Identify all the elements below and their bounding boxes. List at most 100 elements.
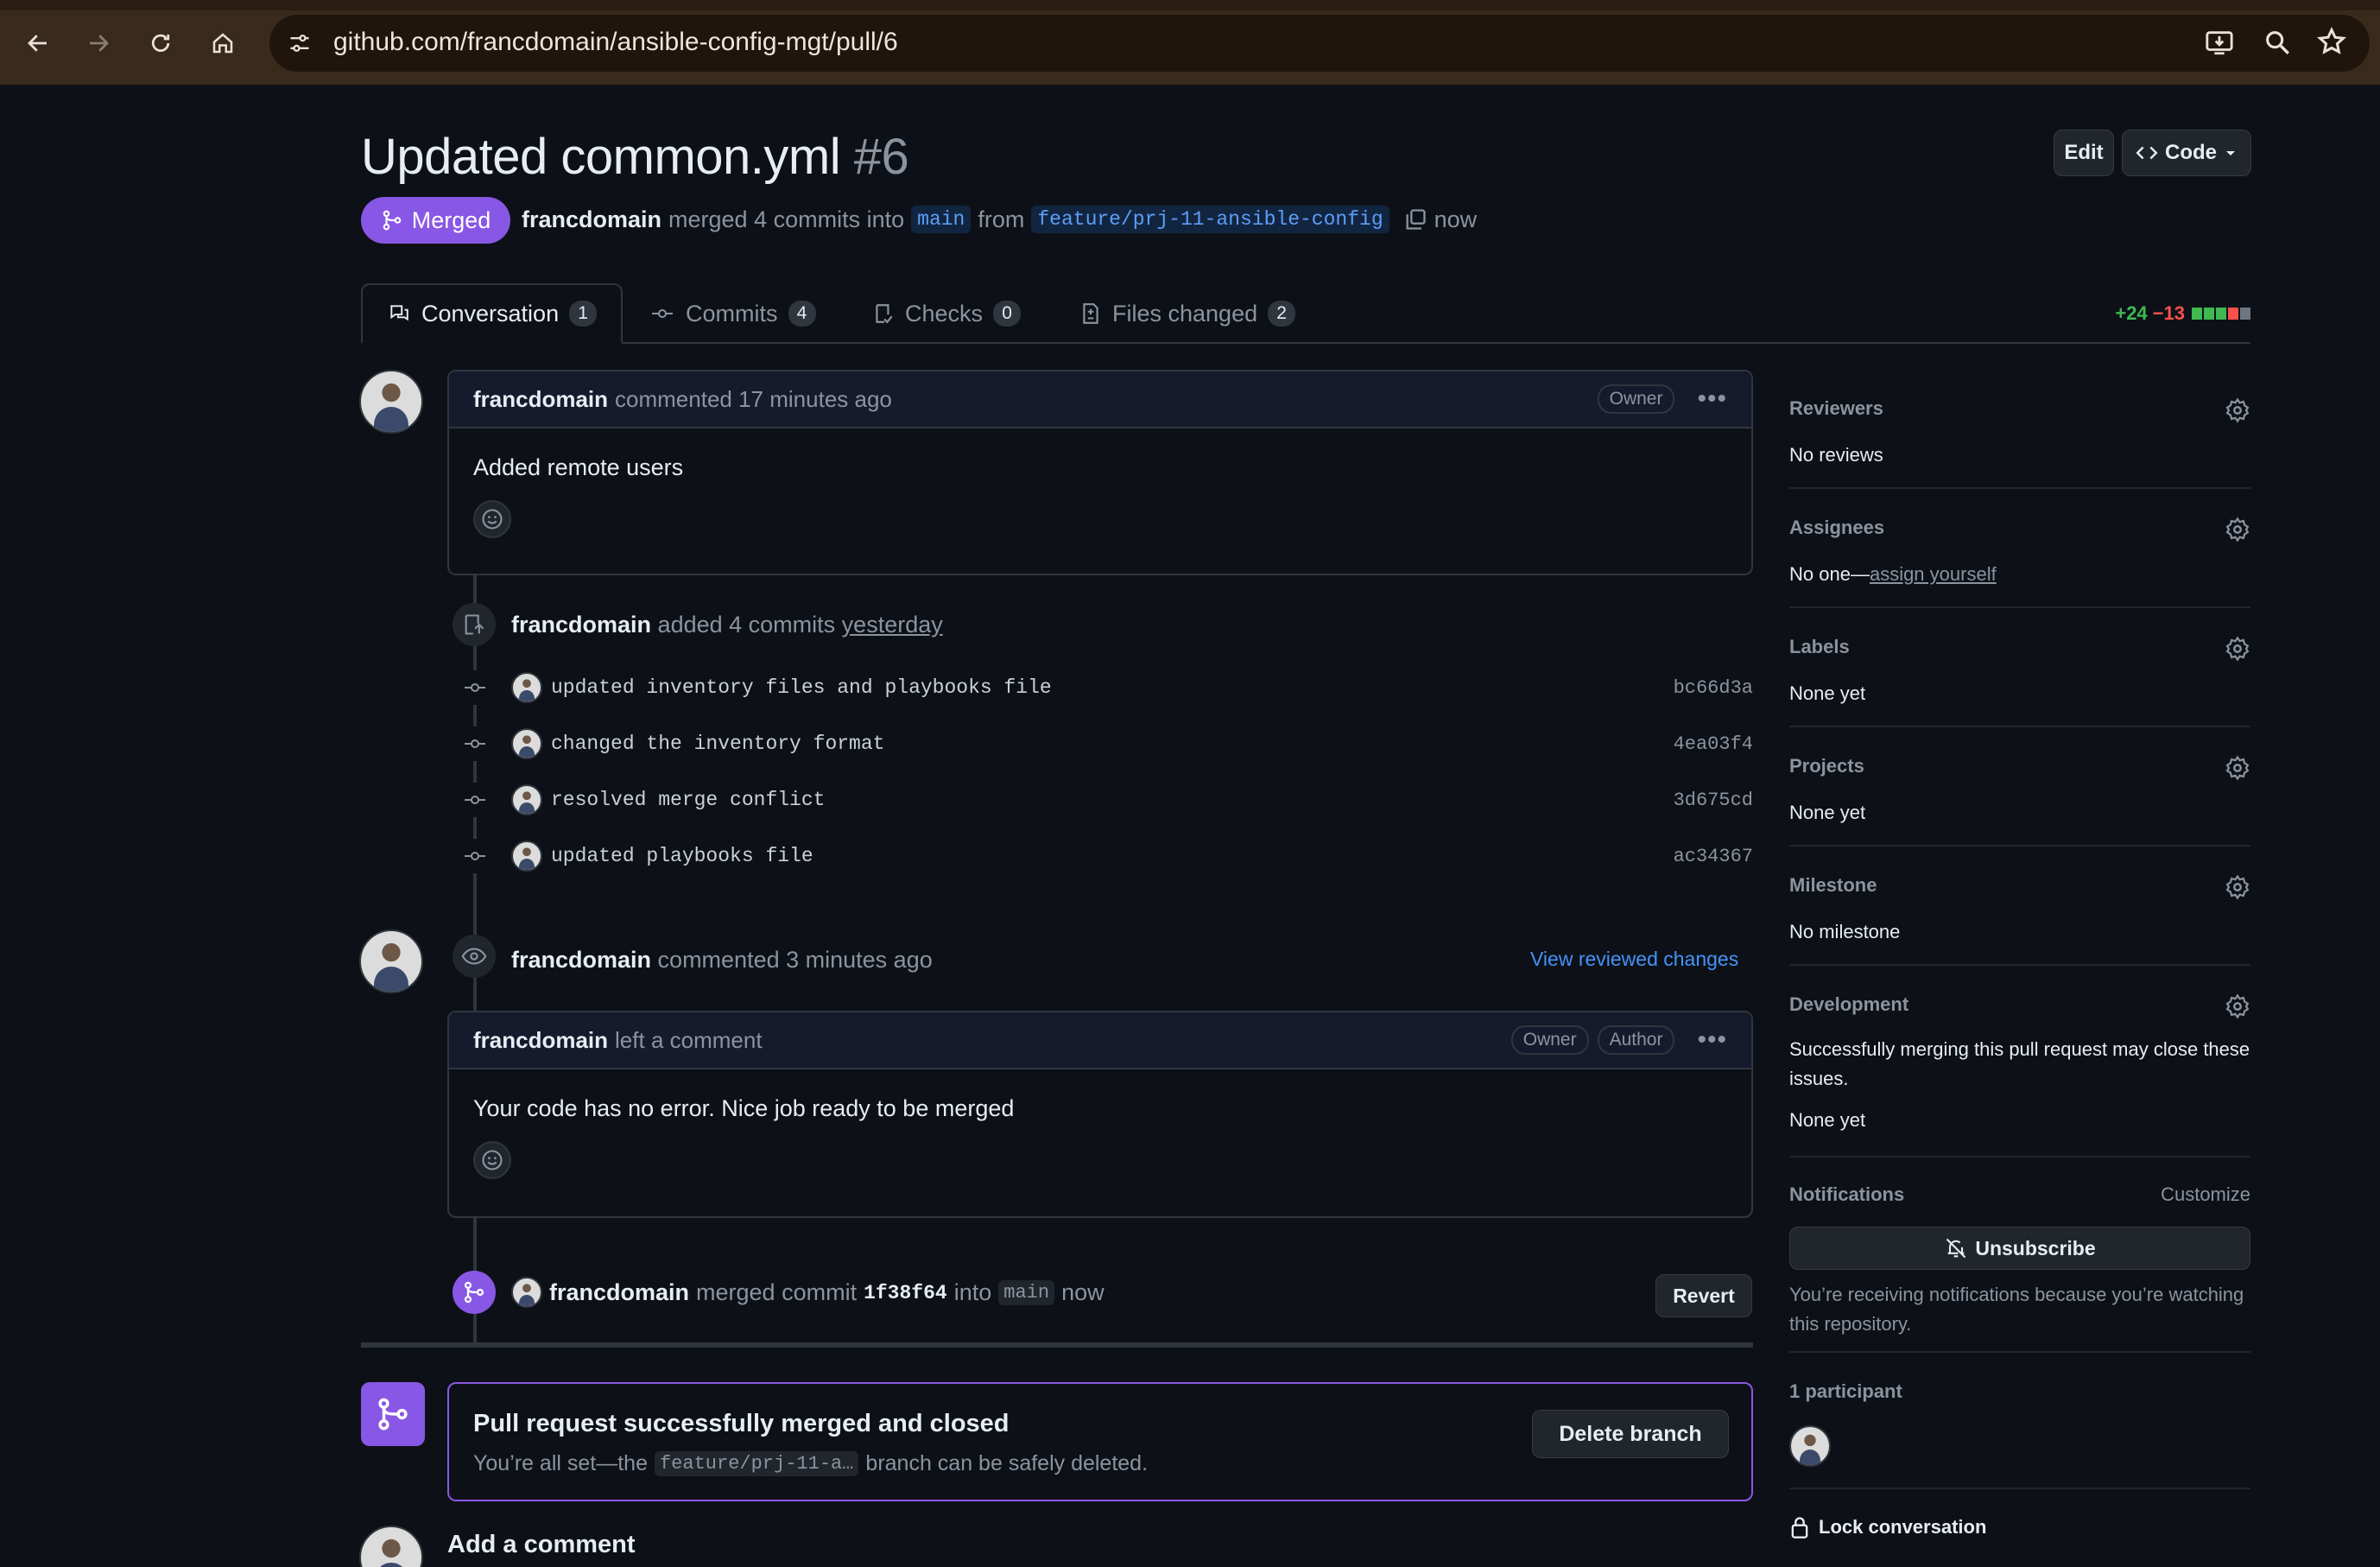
code-button[interactable]: Code: [2122, 130, 2251, 176]
tab-checks[interactable]: Checks 0: [872, 283, 1022, 344]
avatar[interactable]: [359, 370, 423, 434]
tab-conversation-count: 1: [569, 301, 598, 327]
forward-icon[interactable]: [79, 24, 117, 62]
participants-title: 1 participant: [1789, 1380, 1902, 1402]
commit-message[interactable]: resolved merge conflict: [551, 789, 825, 811]
tab-commits-count: 4: [788, 301, 816, 327]
commit-sha[interactable]: bc66d3a: [1674, 677, 1753, 699]
more-options-icon[interactable]: •••: [1697, 384, 1727, 414]
back-icon[interactable]: [19, 24, 57, 62]
head-branch[interactable]: feature/prj-11-ansible-config: [1031, 206, 1389, 233]
projects-title: Projects: [1789, 755, 1864, 777]
base-branch[interactable]: main: [911, 206, 972, 233]
tab-checks-label: Checks: [905, 300, 984, 327]
commit-icon: [458, 839, 492, 873]
commit-sha[interactable]: 3d675cd: [1674, 790, 1753, 811]
avatar[interactable]: [511, 672, 542, 703]
view-reviewed-changes-link[interactable]: View reviewed changes: [1530, 948, 1738, 971]
gear-icon[interactable]: [2225, 755, 2250, 781]
commit-icon: [458, 670, 492, 705]
sidebar-notifications: Notifications Customize Unsubscribe You’…: [1789, 1183, 2250, 1339]
avatar[interactable]: [1789, 1425, 1831, 1467]
comment-author[interactable]: francdomain: [473, 1027, 608, 1054]
tab-commits[interactable]: Commits 4: [649, 283, 816, 344]
add-comment-heading: Add a comment: [447, 1531, 636, 1558]
commit-icon: [458, 726, 492, 761]
review-author[interactable]: francdomain: [511, 947, 651, 973]
avatar[interactable]: [511, 1277, 542, 1308]
diffstat-additions: +24: [2115, 302, 2148, 324]
customize-link[interactable]: Customize: [2161, 1183, 2250, 1206]
gear-icon[interactable]: [2225, 636, 2250, 662]
gear-icon[interactable]: [2225, 874, 2250, 900]
delete-branch-button[interactable]: Delete branch: [1532, 1410, 1729, 1458]
commit-icon: [649, 303, 675, 324]
more-options-icon[interactable]: •••: [1697, 1025, 1727, 1055]
gear-icon[interactable]: [2225, 993, 2250, 1019]
url-text: github.com/francdomain/ansible-config-mg…: [333, 28, 898, 56]
pr-meta: francdomain merged 4 commits into main f…: [522, 206, 1477, 233]
merge-commit-sha[interactable]: 1f38f64: [864, 1282, 947, 1304]
merged-text-before: You’re all set—the: [473, 1451, 648, 1475]
code-icon: [2136, 144, 2158, 162]
list-item[interactable]: updated inventory files and playbooks fi…: [458, 670, 1753, 705]
add-reaction-button[interactable]: [473, 500, 511, 538]
avatar[interactable]: [359, 929, 423, 993]
unsubscribe-button[interactable]: Unsubscribe: [1789, 1227, 2250, 1270]
milestone-value: No milestone: [1789, 921, 1901, 942]
sidebar-labels: Labels None yet: [1789, 636, 2250, 708]
review-event: francdomain commented 3 minutes ago: [511, 947, 933, 974]
add-reaction-button[interactable]: [473, 1141, 511, 1179]
milestone-title: Milestone: [1789, 874, 1877, 896]
sidebar-participants: 1 participant: [1789, 1380, 2250, 1467]
merge-time: now: [1061, 1279, 1105, 1305]
merge-event: francdomain merged commit 1f38f64 into m…: [549, 1279, 1105, 1306]
sidebar-milestone: Milestone No milestone: [1789, 874, 2250, 947]
gear-icon[interactable]: [2225, 517, 2250, 542]
event-time-link[interactable]: yesterday: [842, 612, 943, 638]
revert-button[interactable]: Revert: [1655, 1274, 1752, 1317]
zoom-icon[interactable]: [2263, 28, 2292, 57]
site-info-icon[interactable]: [287, 31, 313, 55]
sidebar-divider: [1789, 487, 2250, 489]
commit-sha[interactable]: ac34367: [1674, 846, 1753, 867]
merge-branch[interactable]: main: [998, 1280, 1055, 1305]
commit-message[interactable]: changed the inventory format: [551, 733, 884, 755]
merged-status-label: Merged: [411, 206, 491, 233]
sidebar-development: Development Successfully merging this pu…: [1789, 993, 2250, 1135]
list-item[interactable]: updated playbooks file ac34367: [458, 839, 1753, 873]
tab-conversation-label: Conversation: [421, 300, 560, 327]
commit-sha[interactable]: 4ea03f4: [1674, 733, 1753, 755]
bookmark-star-icon[interactable]: [2316, 26, 2347, 57]
diffstat-deletions: −13: [2152, 302, 2185, 324]
sidebar-divider: [1789, 1351, 2250, 1353]
home-icon[interactable]: [204, 24, 242, 62]
gear-icon[interactable]: [2225, 397, 2250, 423]
lock-conversation-link[interactable]: Lock conversation: [1789, 1515, 2250, 1539]
tab-files-changed-count: 2: [1268, 301, 1296, 327]
pr-time: now: [1434, 206, 1478, 232]
avatar[interactable]: [511, 728, 542, 759]
event-author[interactable]: francdomain: [511, 612, 651, 638]
comment-author[interactable]: francdomain: [473, 386, 608, 413]
assignees-title: Assignees: [1789, 517, 1885, 538]
assignees-value: No one—: [1789, 563, 1870, 585]
commit-message[interactable]: updated playbooks file: [551, 845, 813, 867]
list-item[interactable]: changed the inventory format 4ea03f4: [458, 726, 1753, 761]
edit-button[interactable]: Edit: [2054, 130, 2114, 176]
avatar[interactable]: [511, 841, 542, 872]
merge-author[interactable]: francdomain: [549, 1279, 689, 1306]
labels-title: Labels: [1789, 636, 1850, 657]
pr-author-link[interactable]: francdomain: [522, 206, 661, 233]
assign-yourself-link[interactable]: assign yourself: [1870, 563, 1997, 585]
comment-card: francdomain left a comment Owner Author …: [447, 1011, 1753, 1218]
install-app-icon[interactable]: [2204, 28, 2235, 57]
reload-icon[interactable]: [142, 24, 180, 62]
merged-branch: feature/prj-11-a…: [654, 1451, 859, 1476]
tab-conversation[interactable]: Conversation 1: [361, 283, 623, 344]
avatar[interactable]: [511, 784, 542, 815]
commit-message[interactable]: updated inventory files and playbooks fi…: [551, 676, 1052, 699]
list-item[interactable]: resolved merge conflict 3d675cd: [458, 783, 1753, 817]
tab-files-changed[interactable]: Files changed 2: [1079, 283, 1296, 344]
copy-icon[interactable]: [1403, 207, 1427, 232]
